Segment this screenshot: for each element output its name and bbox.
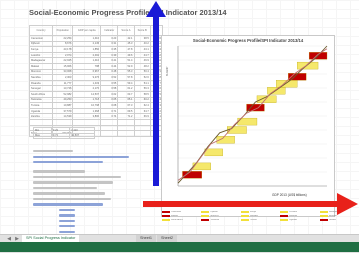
note-link[interactable]	[33, 203, 103, 206]
legend-label: Morocco	[210, 215, 219, 217]
chart-legend: Cameroon Djibouti Kenya Lesotho Madagascar Ma…	[162, 211, 357, 221]
note-link[interactable]	[59, 230, 75, 233]
legend-swatch	[162, 219, 170, 221]
note-line	[33, 181, 113, 184]
legend-label: Namibia	[249, 215, 258, 217]
sheet-tab[interactable]: Sheet2	[157, 235, 178, 242]
legend-swatch	[319, 219, 328, 221]
legend-label: Tanzania	[210, 219, 220, 221]
note-line	[33, 175, 121, 179]
document-title: Social-Economic Progress Profile/SPI Ind…	[29, 8, 227, 17]
note-link[interactable]	[59, 208, 75, 212]
table-header-cell[interactable]: GDP per capita	[72, 25, 102, 36]
embedded-chart[interactable]: Social-Economic Progress Profile/SPI Ind…	[161, 35, 335, 217]
legend-label: Zambia	[328, 219, 336, 221]
legend-swatch	[319, 211, 328, 213]
legend-item: Malawi	[162, 215, 199, 217]
table-cell[interactable]	[100, 130, 119, 137]
note-link[interactable]	[59, 219, 75, 222]
summary-cell[interactable]: 0.74	[50, 132, 71, 139]
legend-item: Morocco	[201, 215, 238, 217]
legend-label: Senegal	[328, 215, 337, 217]
legend-label: Cameroon	[171, 211, 182, 213]
note-line	[33, 186, 97, 190]
sheet-tab[interactable]: Sheet1	[136, 235, 157, 242]
legend-item: Kenya	[240, 211, 278, 213]
summary-table[interactable]: Min 0.23 1,410 Max 0.74 12,507	[33, 127, 95, 139]
legend-item: South Africa	[162, 219, 199, 221]
legend-swatch	[240, 219, 249, 221]
data-band	[204, 148, 223, 157]
legend-swatch	[280, 211, 289, 213]
table-header-row: Country Population GDP per capita Indicator…	[28, 25, 164, 36]
legend-swatch	[280, 219, 289, 221]
data-band	[297, 61, 319, 70]
table-header-cell[interactable]: Population	[52, 25, 74, 36]
legend-item: Rwanda	[280, 215, 317, 217]
legend-item: Namibia	[240, 215, 278, 217]
status-bar	[0, 242, 359, 252]
note-line	[33, 197, 111, 201]
legend-item: Tanzania	[201, 219, 238, 221]
legend-swatch	[201, 211, 210, 213]
legend-swatch	[240, 215, 249, 217]
note-link[interactable]	[59, 225, 75, 228]
note-link[interactable]	[33, 155, 129, 158]
table-cell[interactable]	[117, 130, 135, 137]
legend-item: Lesotho	[280, 211, 317, 213]
summary-body: Min 0.23 1,410 Max 0.74 12,507	[33, 127, 95, 139]
note-line	[33, 150, 73, 153]
table-header-cell[interactable]: Score B	[133, 25, 151, 36]
legend-swatch	[201, 215, 210, 217]
table-header-cell[interactable]: Indicator	[100, 25, 119, 36]
legend-item: Madagascar	[319, 211, 357, 213]
legend-label: Kenya	[249, 211, 256, 213]
legend-label: Tunisia	[249, 219, 257, 221]
worksheet[interactable]: Social-Economic Progress Profile/SPI Ind…	[0, 0, 359, 234]
data-band	[267, 87, 286, 95]
legend-item: Djibouti	[201, 211, 238, 213]
legend-item: Senegal	[319, 215, 357, 217]
note-line	[33, 170, 85, 173]
legend-item: Uganda	[280, 219, 317, 221]
legend-label: Rwanda	[289, 215, 298, 217]
data-table[interactable]: Country Population GDP per capita Indicator…	[28, 25, 164, 137]
legend-swatch	[319, 215, 328, 217]
data-band	[246, 103, 265, 112]
legend-item: Zambia	[319, 219, 357, 221]
table-header-cell[interactable]: Rank	[149, 25, 164, 36]
legend-swatch	[162, 211, 170, 213]
legend-label: Madagascar	[328, 211, 341, 213]
legend-swatch	[280, 215, 289, 217]
legend-swatch	[162, 215, 170, 217]
legend-label: Uganda	[289, 219, 297, 221]
summary-cell[interactable]: Max	[33, 132, 52, 139]
legend-swatch	[240, 211, 249, 213]
table-body: Cameroon 22,254 1,410 0.23 42.1 38.5 15 Djibout…	[28, 35, 164, 137]
summary-cell[interactable]: 12,507	[69, 132, 95, 139]
legend-swatch	[201, 219, 210, 221]
table-header-cell[interactable]: Score A	[117, 25, 135, 36]
notes-block	[33, 147, 153, 234]
legend-item: Cameroon	[162, 211, 199, 213]
legend-label: Djibouti	[210, 211, 218, 213]
chart-x-axis-label: GDP 2013 (US$ billions)	[272, 193, 307, 197]
note-link[interactable]	[33, 161, 103, 164]
table-cell[interactable]	[133, 130, 151, 137]
note-link[interactable]	[59, 214, 75, 217]
legend-label: Lesotho	[289, 211, 297, 213]
note-line	[33, 192, 105, 195]
legend-item: Tunisia	[240, 219, 278, 221]
summary-row: Max 0.74 12,507	[33, 132, 95, 139]
plot-area	[177, 45, 328, 187]
table-header-cell[interactable]: Country	[28, 25, 54, 36]
legend-label: Malawi	[171, 215, 178, 217]
legend-label: South Africa	[171, 219, 183, 221]
